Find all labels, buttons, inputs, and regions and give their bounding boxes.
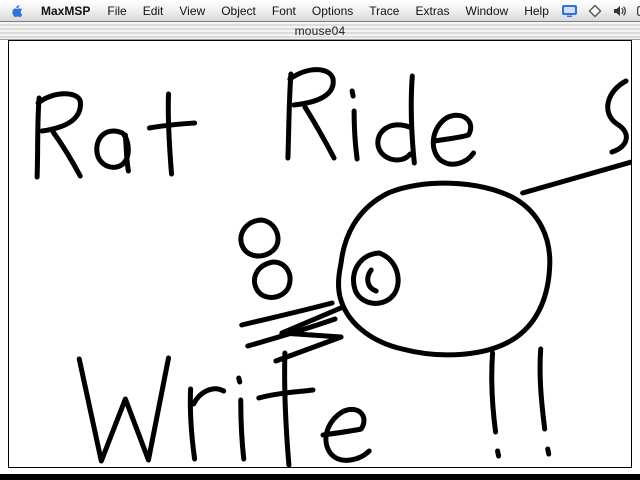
window-titlebar[interactable]: mouse04 (0, 22, 640, 40)
menu-options[interactable]: Options (304, 0, 361, 22)
window-title: mouse04 (294, 23, 346, 38)
menu-trace[interactable]: Trace (361, 0, 407, 22)
menu-file[interactable]: File (99, 0, 134, 22)
menubar: MaxMSP File Edit View Object Font Options Trac… (0, 0, 640, 22)
apple-icon (12, 4, 23, 17)
diamond-icon[interactable] (584, 4, 606, 18)
menu-view[interactable]: View (171, 0, 213, 22)
menu-extras[interactable]: Extras (407, 0, 457, 22)
battery-status[interactable]: (0%) (633, 5, 640, 17)
menubar-menus: File Edit View Object Font Options Trace Extras… (99, 0, 557, 21)
patcher-window: mouse04 (0, 22, 640, 474)
menu-object[interactable]: Object (213, 0, 264, 22)
menubar-status-area: (0%) 13:38 (557, 0, 640, 21)
menu-help[interactable]: Help (516, 0, 557, 22)
displays-icon[interactable] (557, 4, 582, 18)
app-menu-maxmsp[interactable]: MaxMSP (32, 4, 99, 18)
canvas-area (0, 40, 640, 474)
volume-icon[interactable] (608, 4, 631, 18)
rat-drawing (34, 67, 631, 467)
apple-menu[interactable] (0, 3, 32, 19)
menu-edit[interactable]: Edit (135, 0, 172, 22)
canvas-frame[interactable] (8, 40, 632, 468)
menu-font[interactable]: Font (264, 0, 304, 22)
menu-window[interactable]: Window (458, 0, 517, 22)
